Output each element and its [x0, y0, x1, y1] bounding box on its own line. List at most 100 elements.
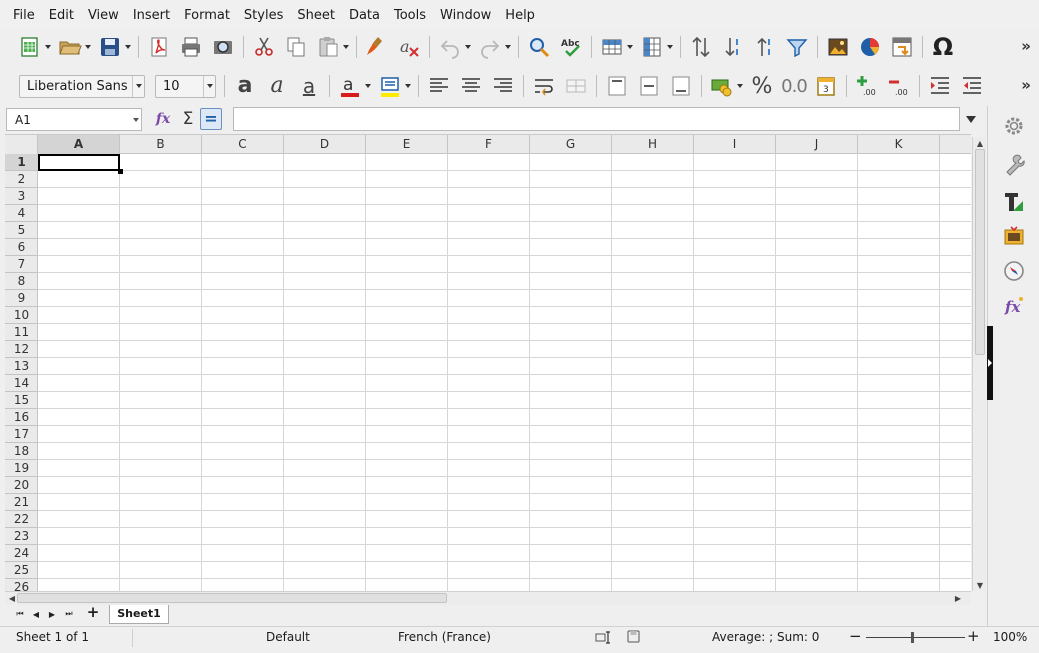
- find-replace-button[interactable]: [525, 33, 553, 61]
- clear-formatting-button[interactable]: a: [395, 33, 423, 61]
- language[interactable]: French (France): [398, 630, 491, 644]
- undo-button[interactable]: [436, 33, 464, 61]
- cell-area[interactable]: [38, 154, 971, 591]
- font-size-box[interactable]: 10: [155, 74, 216, 98]
- sidebar-functions-button[interactable]: fx: [1001, 293, 1027, 319]
- sidebar-properties-button[interactable]: [1001, 152, 1027, 178]
- row-header-13[interactable]: 13: [5, 358, 38, 375]
- sheet-position[interactable]: Sheet 1 of 1: [16, 630, 89, 644]
- formatting-overflow-button[interactable]: »: [1021, 76, 1031, 94]
- row-header-2[interactable]: 2: [5, 171, 38, 188]
- column-header-h[interactable]: H: [612, 135, 694, 154]
- column-header-i[interactable]: I: [694, 135, 776, 154]
- sort-button[interactable]: [687, 33, 715, 61]
- insert-image-button[interactable]: [824, 33, 852, 61]
- background-color-dropdown[interactable]: [403, 72, 412, 100]
- menu-tools[interactable]: Tools: [387, 5, 433, 26]
- row-header-21[interactable]: 21: [5, 494, 38, 511]
- sheet-tab[interactable]: Sheet1: [109, 605, 169, 624]
- column-dropdown[interactable]: [665, 33, 674, 61]
- save-button[interactable]: [96, 33, 124, 61]
- print-preview-button[interactable]: [209, 33, 237, 61]
- row-header-14[interactable]: 14: [5, 375, 38, 392]
- row-header-3[interactable]: 3: [5, 188, 38, 205]
- column-header-c[interactable]: C: [202, 135, 284, 154]
- column-header-a[interactable]: A: [38, 135, 120, 154]
- redo-button[interactable]: [476, 33, 504, 61]
- align-right-button[interactable]: [489, 72, 517, 100]
- menu-data[interactable]: Data: [342, 5, 387, 26]
- expand-formula-bar-button[interactable]: [961, 107, 981, 131]
- row-dropdown[interactable]: [625, 33, 634, 61]
- print-button[interactable]: [177, 33, 205, 61]
- row-header-15[interactable]: 15: [5, 392, 38, 409]
- currency-format-button[interactable]: [708, 72, 736, 100]
- menu-format[interactable]: Format: [177, 5, 237, 26]
- column-header-b[interactable]: B: [120, 135, 202, 154]
- spelling-button[interactable]: Abc: [557, 33, 585, 61]
- copy-button[interactable]: [282, 33, 310, 61]
- last-sheet-icon[interactable]: ⏭: [62, 607, 76, 621]
- open-dropdown[interactable]: [83, 33, 92, 61]
- menu-sheet[interactable]: Sheet: [290, 5, 342, 26]
- delete-decimal-button[interactable]: .00: [885, 72, 913, 100]
- background-color-button[interactable]: [376, 72, 404, 100]
- increase-indent-button[interactable]: [926, 72, 954, 100]
- special-character-button[interactable]: Ω: [929, 33, 957, 61]
- page-style[interactable]: Default: [266, 630, 310, 644]
- bold-button[interactable]: a: [231, 72, 259, 100]
- selection-mode-icon[interactable]: [595, 629, 613, 648]
- sum-button[interactable]: Σ: [176, 107, 200, 131]
- number-format-button[interactable]: 0.0: [780, 72, 808, 100]
- row-header-16[interactable]: 16: [5, 409, 38, 426]
- new-dropdown[interactable]: [43, 33, 52, 61]
- previous-sheet-icon[interactable]: ◀: [29, 607, 43, 621]
- sort-ascending-button[interactable]: [719, 33, 747, 61]
- toolbar-overflow-button[interactable]: »: [1021, 37, 1031, 55]
- pivot-table-button[interactable]: [888, 33, 916, 61]
- open-button[interactable]: [56, 33, 84, 61]
- row-header-24[interactable]: 24: [5, 545, 38, 562]
- redo-dropdown[interactable]: [503, 33, 512, 61]
- sort-descending-button[interactable]: [751, 33, 779, 61]
- formula-input[interactable]: [233, 107, 960, 131]
- wrap-text-button[interactable]: [530, 72, 558, 100]
- decrease-indent-button[interactable]: [958, 72, 986, 100]
- document-modified-icon[interactable]: [627, 629, 641, 648]
- save-dropdown[interactable]: [123, 33, 132, 61]
- column-header-f[interactable]: F: [448, 135, 530, 154]
- autofilter-button[interactable]: [783, 33, 811, 61]
- scroll-up-icon[interactable]: ▲: [973, 137, 987, 149]
- row-header-25[interactable]: 25: [5, 562, 38, 579]
- row-header-1[interactable]: 1: [5, 154, 38, 171]
- vertical-scroll-thumb[interactable]: [975, 149, 985, 355]
- menu-styles[interactable]: Styles: [237, 5, 290, 26]
- row-header-12[interactable]: 12: [5, 341, 38, 358]
- font-color-button[interactable]: a: [336, 72, 364, 100]
- sidebar-toggle-handle[interactable]: [987, 326, 993, 400]
- select-all-corner[interactable]: [5, 135, 38, 154]
- currency-dropdown[interactable]: [735, 72, 744, 100]
- font-size-dropdown[interactable]: [203, 75, 215, 97]
- selection-summary[interactable]: Average: ; Sum: 0: [712, 630, 819, 644]
- row-header-4[interactable]: 4: [5, 205, 38, 222]
- row-header-17[interactable]: 17: [5, 426, 38, 443]
- menu-file[interactable]: File: [6, 5, 42, 26]
- font-name-box[interactable]: Liberation Sans: [19, 74, 145, 98]
- row-header-22[interactable]: 22: [5, 511, 38, 528]
- row-header-7[interactable]: 7: [5, 256, 38, 273]
- percent-format-button[interactable]: %: [748, 72, 776, 100]
- cut-button[interactable]: [250, 33, 278, 61]
- font-name-dropdown[interactable]: [132, 75, 144, 97]
- row-header-5[interactable]: 5: [5, 222, 38, 239]
- row-header-11[interactable]: 11: [5, 324, 38, 341]
- merge-cells-button[interactable]: [562, 72, 590, 100]
- menu-insert[interactable]: Insert: [126, 5, 177, 26]
- column-header-g[interactable]: G: [530, 135, 612, 154]
- row-header-20[interactable]: 20: [5, 477, 38, 494]
- row-header-8[interactable]: 8: [5, 273, 38, 290]
- menu-window[interactable]: Window: [433, 5, 498, 26]
- export-pdf-button[interactable]: [145, 33, 173, 61]
- italic-button[interactable]: a: [263, 72, 291, 100]
- sidebar-settings-button[interactable]: [1001, 113, 1027, 139]
